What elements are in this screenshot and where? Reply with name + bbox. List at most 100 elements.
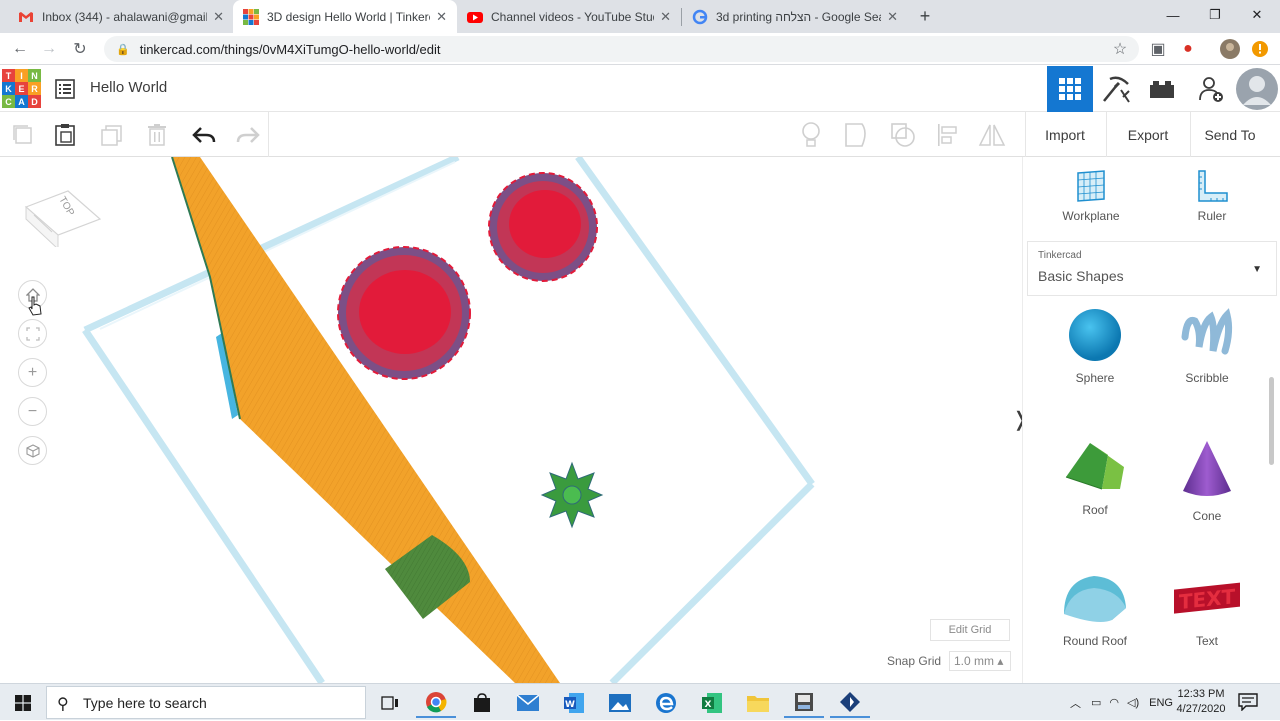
toolbar-divider [268,112,269,157]
taskbar-search-box[interactable]: ⚲ Type here to search [46,686,366,719]
logo-letter: R [28,82,41,95]
app-diamond-taskbar-icon[interactable] [830,687,870,718]
app-taskbar-icon[interactable] [784,687,824,718]
snap-grid-select[interactable]: 1.0 mm ▴ [949,651,1011,671]
profile-avatar[interactable] [1218,37,1242,61]
add-user-button[interactable] [1188,66,1234,112]
mail-taskbar-icon[interactable] [508,687,548,718]
taskbar-clock[interactable]: 12:33 PM 4/27/2020 [1170,687,1232,717]
toolbar-divider [1190,112,1191,157]
shape-round-roof[interactable]: Round Roof [1040,570,1150,648]
forward-icon[interactable]: → [37,37,61,61]
window-close-icon[interactable]: ✕ [1234,0,1280,30]
maximize-icon[interactable]: ❐ [1192,0,1238,30]
panel-collapse-chevron-icon[interactable]: ❭ [1012,407,1022,432]
tab-gmail[interactable]: Inbox (344) - ahalawani@gmail.c ✕ [8,0,234,33]
update-icon[interactable] [1248,37,1272,61]
codeblocks-button[interactable] [1093,66,1139,112]
photos-taskbar-icon[interactable] [600,687,640,718]
ruler-button[interactable]: Ruler [1167,169,1257,223]
redo-icon[interactable] [233,120,263,150]
logo-letter: N [28,69,41,82]
bookmark-star-icon[interactable]: ☆ [1108,37,1132,61]
fit-icon [25,326,40,341]
shape-label: Sphere [1075,371,1115,385]
zoom-out-button[interactable]: − [18,397,47,426]
tab-youtube[interactable]: Channel videos - YouTube Studio ✕ [457,0,681,33]
tab-tinkercad[interactable]: 3D design Hello World | Tinkerca ✕ [233,0,457,33]
edit-grid-button[interactable]: Edit Grid [930,619,1010,641]
clock-date: 4/27/2020 [1176,703,1226,715]
tab-title: Inbox (344) - ahalawani@gmail.c [42,9,208,24]
task-view-icon[interactable] [370,687,410,718]
send-to-button[interactable]: Send To [1198,120,1262,150]
ungroup-icon[interactable] [888,120,918,150]
green-star-shape[interactable] [540,461,604,529]
minimize-icon[interactable]: — [1150,0,1196,30]
workspace-canvas[interactable]: TOP + − ❭ Edit Grid Snap Grid 1.0 mm ▴ [0,157,1022,683]
volume-icon[interactable]: ◁) [1127,696,1139,709]
bricks-button[interactable] [1139,66,1185,112]
3d-view-button[interactable] [1047,66,1093,112]
extension-red-icon[interactable]: ● [1176,37,1200,61]
projection-button[interactable] [18,436,47,465]
new-tab-icon[interactable]: + [915,6,935,26]
view-cube[interactable]: TOP [22,177,102,251]
import-button[interactable]: Import [1034,120,1096,150]
lightbulb-icon[interactable] [796,120,826,150]
close-icon[interactable]: ✕ [436,9,447,25]
user-avatar[interactable] [1234,66,1280,112]
export-button[interactable]: Export [1116,120,1180,150]
start-button[interactable] [0,684,46,721]
chevron-up-icon[interactable]: ︿ [1070,695,1081,711]
mirror-icon[interactable] [977,120,1007,150]
design-list-icon[interactable] [54,78,76,100]
shape-sphere[interactable]: Sphere [1040,307,1150,385]
battery-icon[interactable]: ▭ [1091,696,1101,709]
shape-cone[interactable]: Cone [1152,439,1262,523]
logo-letter: C [2,95,15,108]
shape-library-select[interactable]: Tinkercad Basic Shapes ▼ [1027,241,1277,296]
chrome-taskbar-icon[interactable] [416,687,456,718]
tinkercad-logo[interactable]: T I N K E R C A D [2,69,42,109]
library-source-label: Tinkercad [1038,250,1082,261]
plus-icon: + [27,363,38,381]
store-taskbar-icon[interactable] [462,687,502,718]
align-icon[interactable] [933,120,963,150]
delete-icon[interactable] [142,120,172,150]
shape-roof[interactable]: Roof [1040,439,1150,517]
copy-icon[interactable] [8,120,38,150]
back-icon[interactable]: ← [8,37,32,61]
url-text: tinkercad.com/things/0vM4XiTumgO-hello-w… [139,41,441,57]
reload-icon[interactable]: ↻ [68,37,92,61]
address-bar[interactable]: 🔒 tinkercad.com/things/0vM4XiTumgO-hello… [104,36,1139,62]
close-icon[interactable]: ✕ [660,9,671,25]
workplane-button[interactable]: Workplane [1046,169,1136,223]
close-icon[interactable]: ✕ [887,9,898,25]
shape-text[interactable]: TEXT Text [1152,570,1262,648]
word-taskbar-icon[interactable]: W [554,687,594,718]
network-icon[interactable]: ◠ [1109,696,1119,709]
panel-scrollbar[interactable] [1269,377,1274,465]
edge-taskbar-icon[interactable] [646,687,686,718]
logo-letter: I [15,69,28,82]
shape-label: Round Roof [1062,634,1128,648]
group-icon[interactable] [842,120,872,150]
close-icon[interactable]: ✕ [213,9,224,25]
file-explorer-taskbar-icon[interactable] [738,687,778,718]
shape-scribble[interactable]: Scribble [1152,307,1262,385]
excel-taskbar-icon[interactable]: X [692,687,732,718]
tab-google[interactable]: 3d printing הצלחה - Google Sear ✕ [682,0,908,33]
zoom-in-button[interactable]: + [18,358,47,387]
design-title[interactable]: Hello World [90,79,167,96]
extension-icon[interactable]: ▣ [1146,37,1170,61]
paste-icon[interactable] [50,120,80,150]
red-gear-shape[interactable] [488,172,598,282]
workplane-scene[interactable] [0,157,1022,683]
action-center-icon[interactable] [1238,693,1258,712]
duplicate-icon[interactable] [97,120,127,150]
undo-icon[interactable] [189,120,219,150]
fit-view-button[interactable] [18,319,47,348]
red-gear-shape[interactable] [337,246,471,380]
svg-text:W: W [565,700,575,710]
